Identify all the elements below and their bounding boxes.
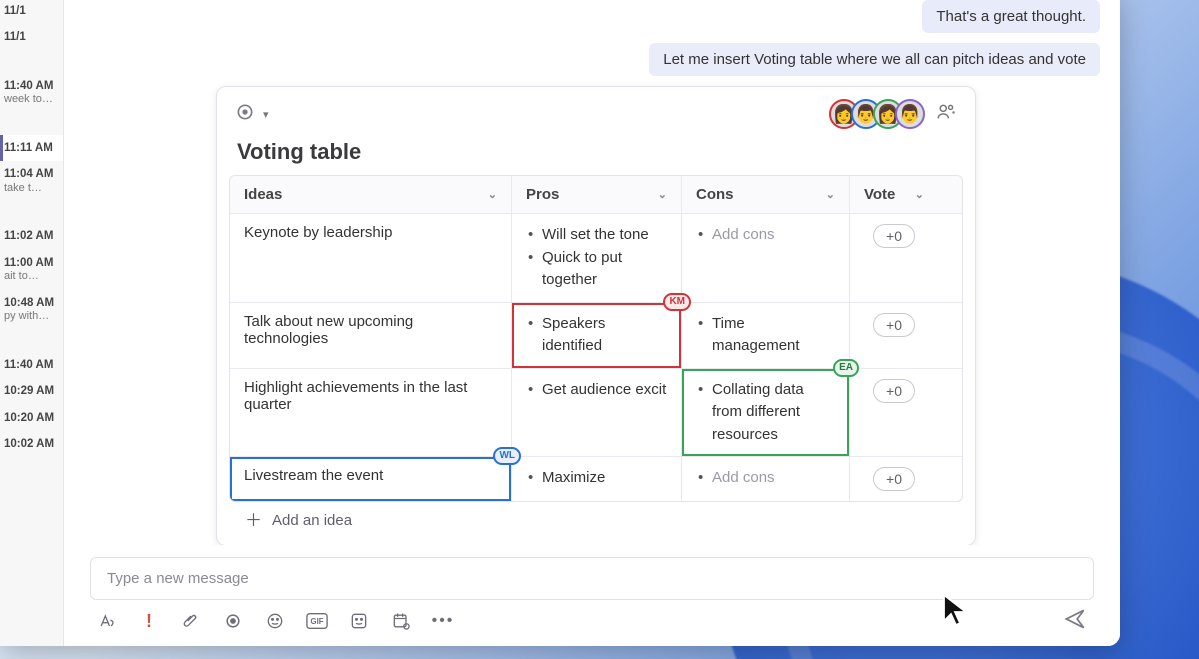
chevron-down-icon: ⌄ (826, 188, 835, 201)
presence-avatars[interactable]: 👩👨👩👨 (837, 99, 925, 129)
teams-window: 11/111/1 11:40 AMweek to… 11:11 AM11:04 AM… (0, 0, 1120, 646)
vote-cell: +0 (850, 369, 938, 457)
add-idea-label: Add an idea (272, 512, 352, 529)
send-button[interactable] (1062, 606, 1088, 637)
avatar[interactable]: 👨 (895, 99, 925, 129)
table-cell[interactable]: Add cons (682, 214, 850, 302)
vote-cell: +0 (850, 303, 938, 368)
chat-list-item[interactable]: 11:04 AMtake t… (0, 161, 63, 201)
share-people-icon[interactable] (935, 101, 957, 128)
table-cell[interactable]: Get audience excit (512, 369, 682, 457)
priority-icon[interactable]: ! (138, 610, 160, 632)
table-cell[interactable]: Keynote by leadership (230, 214, 512, 302)
table-cell[interactable]: Maximize (512, 457, 682, 501)
col-header-pros[interactable]: Pros⌄ (512, 176, 682, 213)
vote-button[interactable]: +0 (873, 313, 915, 337)
loop-brand-button[interactable]: ▾ (235, 102, 269, 127)
loop-component-card: ▾ 👩👨👩👨 Voting table Ideas⌄ Pros⌄ Co (216, 86, 976, 545)
table-cell[interactable]: Will set the toneQuick to put together (512, 214, 682, 302)
more-icon[interactable]: ••• (432, 610, 454, 632)
table-cell[interactable]: Collating data from different resourcesE… (682, 369, 850, 457)
emoji-icon[interactable] (264, 610, 286, 632)
chat-list-item[interactable]: 11:02 AM (0, 223, 63, 249)
vote-button[interactable]: +0 (873, 379, 915, 403)
chat-list-item[interactable]: 11:40 AMweek to… (0, 73, 63, 113)
svg-text:GIF: GIF (311, 617, 324, 626)
vote-cell: +0 (850, 214, 938, 302)
chat-list-item[interactable]: 11:11 AM (0, 135, 63, 161)
chat-list-item[interactable]: 11/1 (0, 24, 63, 50)
chat-list-item[interactable]: 10:20 AM (0, 405, 63, 431)
vote-button[interactable]: +0 (873, 224, 915, 248)
gif-icon[interactable]: GIF (306, 610, 328, 632)
voting-table: Ideas⌄ Pros⌄ Cons⌄ Vote⌄ Keynote by lead… (229, 175, 963, 502)
table-row: Highlight achievements in the last quart… (230, 368, 962, 457)
table-cell[interactable]: Add cons (682, 457, 850, 501)
table-cell[interactable]: Talk about new upcoming technologies (230, 303, 512, 368)
message-area: That's a great thought. Let me insert Vo… (64, 0, 1120, 545)
chat-list-item[interactable]: 11:40 AM (0, 352, 63, 378)
attach-icon[interactable] (180, 610, 202, 632)
col-header-ideas[interactable]: Ideas⌄ (230, 176, 512, 213)
chevron-down-icon: ⌄ (915, 188, 924, 201)
table-cell[interactable]: Time management (682, 303, 850, 368)
table-row: Livestream the eventWLMaximizeAdd cons +0 (230, 456, 962, 501)
col-header-cons[interactable]: Cons⌄ (682, 176, 850, 213)
table-header-row: Ideas⌄ Pros⌄ Cons⌄ Vote⌄ (230, 176, 962, 213)
table-cell[interactable]: Livestream the eventWL (230, 457, 512, 501)
loop-title[interactable]: Voting table (217, 135, 975, 175)
message-bubble: Let me insert Voting table where we all … (649, 43, 1100, 76)
compose-region: Type a new message ! GIF ••• (64, 545, 1120, 646)
format-icon[interactable] (96, 610, 118, 632)
chevron-down-icon: ⌄ (488, 188, 497, 201)
conversation-pane: That's a great thought. Let me insert Vo… (64, 0, 1120, 646)
presence-badge: KM (663, 293, 691, 311)
sticker-icon[interactable] (348, 610, 370, 632)
table-row: Keynote by leadershipWill set the toneQu… (230, 213, 962, 302)
chat-list-item[interactable]: 10:48 AMpy with… (0, 290, 63, 330)
message-input[interactable]: Type a new message (90, 557, 1094, 600)
col-header-vote[interactable]: Vote⌄ (850, 176, 938, 213)
loop-insert-icon[interactable] (222, 610, 244, 632)
chat-list-item[interactable]: 10:02 AM (0, 431, 63, 457)
chat-list-sidebar: 11/111/1 11:40 AMweek to… 11:11 AM11:04 AM… (0, 0, 64, 646)
loop-icon (235, 102, 255, 127)
compose-toolbar: ! GIF ••• (86, 610, 1098, 632)
table-cell[interactable]: Speakers identifiedKM (512, 303, 682, 368)
schedule-icon[interactable] (390, 610, 412, 632)
table-row: Talk about new upcoming technologiesSpea… (230, 302, 962, 368)
chevron-down-icon: ▾ (263, 108, 269, 121)
vote-button[interactable]: +0 (873, 467, 915, 491)
chat-list-item[interactable]: 11:00 AMait to… (0, 250, 63, 290)
chat-list-item[interactable]: 10:29 AM (0, 378, 63, 404)
chevron-down-icon: ⌄ (658, 188, 667, 201)
vote-cell: +0 (850, 457, 938, 501)
message-bubble: That's a great thought. (922, 0, 1100, 33)
plus-icon: ＋ (245, 512, 262, 529)
presence-badge: WL (493, 447, 521, 465)
presence-badge: EA (833, 359, 859, 377)
table-cell[interactable]: Highlight achievements in the last quart… (230, 369, 512, 457)
add-idea-button[interactable]: ＋ Add an idea (217, 502, 975, 529)
chat-list-item[interactable]: 11/1 (0, 0, 63, 24)
